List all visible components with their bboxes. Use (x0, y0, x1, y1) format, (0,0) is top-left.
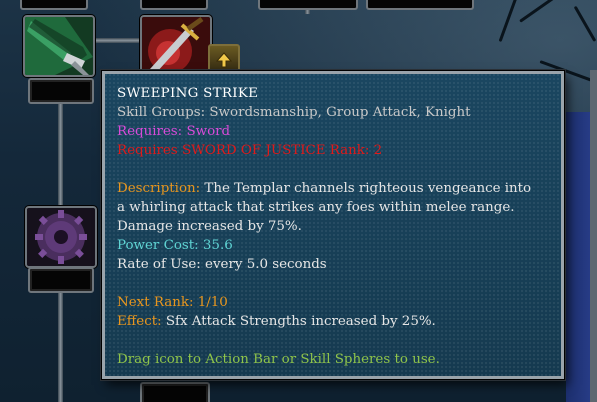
gear-skill-icon (27, 208, 95, 266)
skill-slot-sweeping-strike[interactable] (23, 15, 95, 77)
background-branch (498, 0, 522, 43)
tooltip-hint: Drag icon to Action Bar or Skill Spheres… (117, 352, 440, 368)
skill-tree-connector (58, 98, 63, 208)
skill-slot-gear[interactable] (25, 206, 97, 268)
tooltip-description-label: Description: (117, 181, 201, 197)
tooltip-next-rank-value: 1/10 (193, 295, 228, 311)
sweeping-strike-skill-icon (25, 17, 93, 75)
skill-slot-bar-top (140, 0, 208, 10)
tooltip-effect: Effect: Sfx Attack Strengths increased b… (117, 313, 561, 332)
skill-rank-bar (28, 267, 94, 293)
skill-tree-connector (96, 38, 140, 43)
tooltip-requires-rank: Requires SWORD OF JUSTICE Rank: 2 (117, 142, 383, 158)
tooltip-title: SWEEPING STRIKE (117, 86, 259, 101)
sword-skill-icon (142, 17, 210, 75)
tooltip-rate-of-use: Rate of Use: every 5.0 seconds (117, 256, 327, 272)
skill-slot-bar-top (258, 0, 358, 10)
tooltip-description-line: Description: The Templar channels righte… (117, 180, 561, 199)
tooltip-next-rank-label: Next Rank: (117, 295, 194, 311)
tooltip-next-rank: Next Rank: 1/10 (117, 294, 561, 313)
tooltip-power-cost: Power Cost: 35.6 (117, 237, 233, 253)
tooltip-skill-groups: Skill Groups: Swordsmanship, Group Attac… (117, 104, 471, 120)
tooltip-effect-value: Sfx Attack Strengths increased by 25%. (161, 314, 436, 330)
skill-slot-sword[interactable] (140, 15, 212, 77)
tooltip-description-text: Damage increased by 75%. (117, 218, 302, 234)
tooltip-description-text: The Templar channels righteous vengeance… (200, 181, 532, 197)
skill-slot-bar-top (366, 0, 474, 10)
tooltip-effect-label: Effect: (117, 314, 162, 330)
tooltip-requires-item: Requires: Sword (117, 123, 231, 139)
rank-up-arrow-icon (215, 52, 233, 68)
tooltip-description-text: a whirling attack that strikes any foes … (117, 200, 515, 216)
skill-tree-window: SWEEPING STRIKE Skill Groups: Swordsmans… (0, 0, 597, 402)
skill-tooltip: SWEEPING STRIKE Skill Groups: Swordsmans… (101, 70, 565, 380)
background-branch (573, 5, 597, 42)
skill-rank-bar (140, 382, 210, 402)
skill-slot-bar-top (20, 0, 88, 10)
skill-tree-connector (58, 288, 63, 402)
skill-rank-bar (28, 78, 94, 104)
side-panel-frame (590, 70, 597, 402)
